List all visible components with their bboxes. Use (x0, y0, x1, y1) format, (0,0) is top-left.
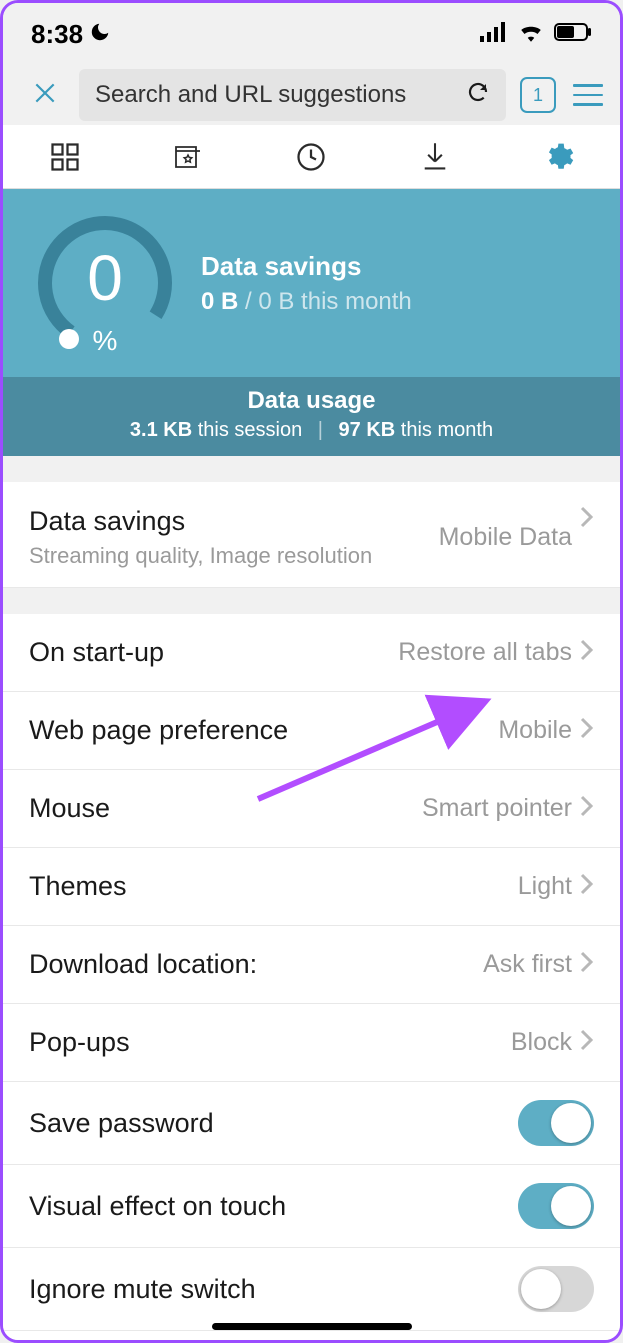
chevron-right-icon (580, 639, 594, 666)
search-input[interactable]: Search and URL suggestions (79, 69, 506, 121)
toggle-save-password[interactable] (518, 1100, 594, 1146)
banner-saved-value: 0 B (201, 288, 238, 315)
tab-count-value: 1 (533, 85, 543, 106)
status-right (480, 22, 592, 47)
reload-icon[interactable] (466, 80, 490, 111)
banner-title: Data savings (201, 251, 412, 282)
banner-subtitle: 0 B / 0 B this month (201, 288, 412, 316)
grid-icon[interactable] (35, 142, 95, 172)
chevron-right-icon (580, 506, 594, 533)
banner-text: Data savings 0 B / 0 B this month (201, 251, 412, 316)
usage-month-label: this month (395, 419, 493, 441)
row-startup[interactable]: On start-up Restore all tabs (3, 614, 620, 692)
settings-list: Data savings Streaming quality, Image re… (3, 482, 620, 588)
toolbar-tabs (3, 125, 620, 189)
row-mouse[interactable]: Mouse Smart pointer (3, 770, 620, 848)
row-title: Data savings (29, 506, 439, 537)
row-title: Ignore mute switch (29, 1274, 518, 1305)
chevron-right-icon (580, 873, 594, 900)
chevron-right-icon (580, 1029, 594, 1056)
settings-icon[interactable] (528, 141, 588, 173)
signal-icon (480, 22, 508, 47)
row-visual-effect[interactable]: Visual effect on touch (3, 1165, 620, 1248)
row-data-savings[interactable]: Data savings Streaming quality, Image re… (3, 482, 620, 588)
menu-button[interactable] (570, 84, 606, 106)
gauge-percent-sign: % (35, 325, 175, 357)
row-web-page-preference[interactable]: Web page preference Mobile (3, 692, 620, 770)
row-value: Restore all tabs (398, 638, 572, 667)
usage-title: Data usage (3, 387, 620, 415)
row-title: Themes (29, 871, 518, 902)
row-popups[interactable]: Pop-ups Block (3, 1004, 620, 1082)
downloads-icon[interactable] (405, 141, 465, 173)
usage-session-value: 3.1 KB (130, 419, 192, 441)
app-frame: 8:38 Search and URL suggestions (0, 0, 623, 1343)
row-subtitle: Streaming quality, Image resolution (29, 543, 439, 569)
gauge: 0 % (35, 213, 175, 353)
time-text: 8:38 (31, 19, 83, 50)
data-savings-banner[interactable]: 0 % Data savings 0 B / 0 B this month (3, 189, 620, 377)
settings-list-2: On start-up Restore all tabs Web page pr… (3, 614, 620, 1343)
spacer (3, 456, 620, 482)
row-title: Save password (29, 1108, 518, 1139)
battery-icon (554, 23, 592, 46)
home-indicator (212, 1323, 412, 1330)
close-button[interactable] (25, 80, 65, 111)
row-themes[interactable]: Themes Light (3, 848, 620, 926)
browser-bar: Search and URL suggestions 1 (3, 65, 620, 125)
row-clear-browsing-data[interactable]: Clear browsing data (3, 1331, 620, 1343)
row-value: Light (518, 872, 572, 901)
usage-divider: | (308, 419, 333, 441)
spacer (3, 588, 620, 614)
row-title: Web page preference (29, 715, 498, 746)
chevron-right-icon (580, 795, 594, 822)
status-bar: 8:38 (3, 3, 620, 65)
row-value: Block (511, 1028, 572, 1057)
bookmarks-icon[interactable] (158, 143, 218, 171)
row-title: Mouse (29, 793, 422, 824)
row-value: Mobile Data (439, 523, 572, 552)
toggle-visual-effect[interactable] (518, 1183, 594, 1229)
row-download-location[interactable]: Download location: Ask first (3, 926, 620, 1004)
data-usage-bar[interactable]: Data usage 3.1 KB this session | 97 KB t… (3, 377, 620, 456)
row-save-password[interactable]: Save password (3, 1082, 620, 1165)
row-ignore-mute[interactable]: Ignore mute switch (3, 1248, 620, 1331)
row-title: Visual effect on touch (29, 1191, 518, 1222)
toggle-ignore-mute[interactable] (518, 1266, 594, 1312)
history-icon[interactable] (281, 142, 341, 172)
search-placeholder: Search and URL suggestions (95, 81, 456, 109)
row-title: On start-up (29, 637, 398, 668)
tab-count-button[interactable]: 1 (520, 77, 556, 113)
wifi-icon (518, 22, 544, 47)
moon-icon (89, 19, 111, 50)
gauge-value: 0 (35, 241, 175, 315)
row-title: Pop-ups (29, 1027, 511, 1058)
chevron-right-icon (580, 951, 594, 978)
usage-session-label: this session (192, 419, 302, 441)
row-value: Ask first (483, 950, 572, 979)
banner-saved-rest: / 0 B this month (238, 288, 411, 315)
status-time: 8:38 (31, 19, 111, 50)
chevron-right-icon (580, 717, 594, 744)
row-value: Smart pointer (422, 794, 572, 823)
usage-detail: 3.1 KB this session | 97 KB this month (3, 419, 620, 442)
row-value: Mobile (498, 716, 572, 745)
row-title: Download location: (29, 949, 483, 980)
usage-month-value: 97 KB (339, 419, 396, 441)
